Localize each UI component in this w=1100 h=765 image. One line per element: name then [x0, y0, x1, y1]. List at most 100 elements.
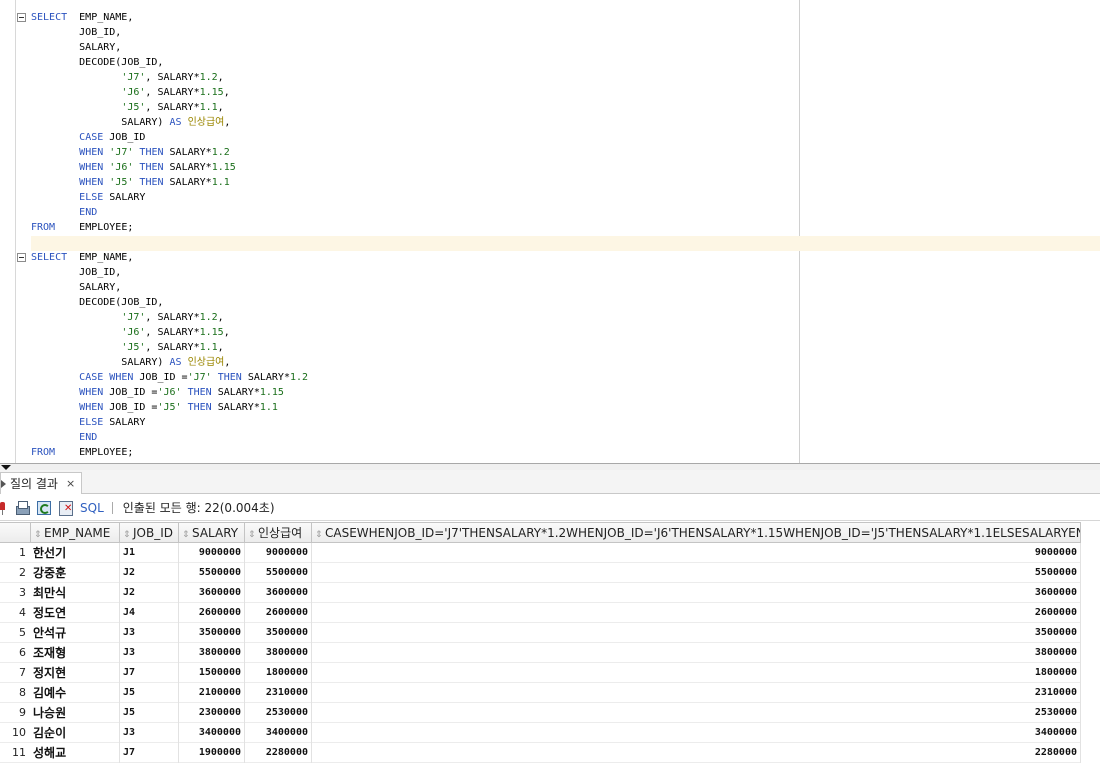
cell-emp-name[interactable]: 정지현 — [31, 663, 120, 683]
code-line[interactable]: 'J6', SALARY*1.15, — [31, 325, 229, 340]
code-line[interactable]: SALARY) AS 인상급여, — [31, 355, 230, 370]
sql-editor[interactable]: SELECT EMP_NAME, JOB_ID, SALARY, DECODE(… — [0, 0, 1100, 463]
cell-emp-name[interactable]: 강중훈 — [31, 563, 120, 583]
code-line[interactable]: JOB_ID, — [31, 265, 121, 280]
cell-salary[interactable]: 3400000 — [179, 723, 245, 743]
fold-toggle-icon[interactable] — [17, 13, 26, 22]
cell-case-result[interactable]: 5500000 — [312, 563, 1081, 583]
tab-query-result[interactable]: 질의 결과 × — [0, 472, 83, 494]
code-line[interactable]: CASE WHEN JOB_ID ='J7' THEN SALARY*1.2 — [31, 370, 308, 385]
row-number[interactable]: 2 — [0, 563, 30, 583]
table-row[interactable]: 3 최만식 J2 3600000 3600000 3600000 — [0, 583, 1081, 603]
column-header-emp-name[interactable]: ⇕ EMP_NAME — [31, 522, 120, 543]
cancel-query-icon[interactable] — [58, 500, 74, 516]
cell-emp-name[interactable]: 안석규 — [31, 623, 120, 643]
cell-salary[interactable]: 3500000 — [179, 623, 245, 643]
code-line[interactable]: ELSE SALARY — [31, 190, 145, 205]
cell-raise[interactable]: 3400000 — [245, 723, 312, 743]
cell-job-id[interactable]: J5 — [120, 703, 179, 723]
cell-emp-name[interactable]: 한선기 — [31, 543, 120, 563]
code-line[interactable]: SELECT EMP_NAME, — [31, 250, 133, 265]
code-line[interactable]: WHEN JOB_ID ='J5' THEN SALARY*1.1 — [31, 400, 278, 415]
cell-case-result[interactable]: 2530000 — [312, 703, 1081, 723]
cell-raise[interactable]: 9000000 — [245, 543, 312, 563]
row-number[interactable]: 9 — [0, 703, 30, 723]
table-row[interactable]: 8 김예수 J5 2100000 2310000 2310000 — [0, 683, 1081, 703]
cell-raise[interactable]: 3800000 — [245, 643, 312, 663]
code-line[interactable]: END — [31, 205, 97, 220]
code-line[interactable]: 'J7', SALARY*1.2, — [31, 310, 223, 325]
cell-raise[interactable]: 1800000 — [245, 663, 312, 683]
cell-job-id[interactable]: J5 — [120, 683, 179, 703]
cell-case-result[interactable]: 2280000 — [312, 743, 1081, 763]
table-row[interactable]: 5 안석규 J3 3500000 3500000 3500000 — [0, 623, 1081, 643]
cell-emp-name[interactable]: 정도연 — [31, 603, 120, 623]
sort-icon[interactable]: ⇕ — [182, 525, 190, 542]
code-line[interactable]: CASE JOB_ID — [31, 130, 145, 145]
code-line[interactable]: 'J5', SALARY*1.1, — [31, 100, 223, 115]
code-line[interactable]: SELECT EMP_NAME, — [31, 10, 133, 25]
pin-icon[interactable] — [0, 500, 6, 516]
cell-case-result[interactable]: 2310000 — [312, 683, 1081, 703]
row-number[interactable]: 8 — [0, 683, 30, 703]
sort-icon[interactable]: ⇕ — [34, 525, 42, 542]
refresh-icon[interactable] — [36, 500, 52, 516]
cell-raise[interactable]: 2600000 — [245, 603, 312, 623]
cell-salary[interactable]: 2100000 — [179, 683, 245, 703]
cell-salary[interactable]: 3600000 — [179, 583, 245, 603]
cell-raise[interactable]: 2530000 — [245, 703, 312, 723]
row-number[interactable]: 6 — [0, 643, 30, 663]
cell-raise[interactable]: 2310000 — [245, 683, 312, 703]
cell-raise[interactable]: 2280000 — [245, 743, 312, 763]
table-row[interactable]: 11 성해교 J7 1900000 2280000 2280000 — [0, 743, 1081, 763]
code-line[interactable]: WHEN 'J7' THEN SALARY*1.2 — [31, 145, 230, 160]
cell-salary[interactable]: 3800000 — [179, 643, 245, 663]
cell-job-id[interactable]: J2 — [120, 583, 179, 603]
fold-toggle-icon[interactable] — [17, 253, 26, 262]
table-row[interactable]: 6 조재형 J3 3800000 3800000 3800000 — [0, 643, 1081, 663]
code-line[interactable]: ELSE SALARY — [31, 415, 145, 430]
cell-job-id[interactable]: J2 — [120, 563, 179, 583]
code-line[interactable]: WHEN 'J5' THEN SALARY*1.1 — [31, 175, 230, 190]
row-number[interactable]: 10 — [0, 723, 30, 743]
code-line[interactable]: FROM EMPLOYEE; — [31, 220, 133, 235]
sort-icon[interactable]: ⇕ — [248, 525, 256, 542]
cell-job-id[interactable]: J3 — [120, 643, 179, 663]
table-row[interactable]: 4 정도연 J4 2600000 2600000 2600000 — [0, 603, 1081, 623]
cell-case-result[interactable]: 3800000 — [312, 643, 1081, 663]
code-line[interactable]: 'J5', SALARY*1.1, — [31, 340, 223, 355]
cell-salary[interactable]: 2600000 — [179, 603, 245, 623]
code-line[interactable]: 'J7', SALARY*1.2, — [31, 70, 223, 85]
cell-raise[interactable]: 3500000 — [245, 623, 312, 643]
cell-job-id[interactable]: J4 — [120, 603, 179, 623]
row-number[interactable]: 11 — [0, 743, 30, 763]
cell-job-id[interactable]: J1 — [120, 543, 179, 563]
tab-close-button[interactable]: × — [66, 477, 75, 490]
cell-emp-name[interactable]: 최만식 — [31, 583, 120, 603]
code-line[interactable]: SALARY) AS 인상급여, — [31, 115, 230, 130]
cell-job-id[interactable]: J3 — [120, 623, 179, 643]
cell-emp-name[interactable]: 조재형 — [31, 643, 120, 663]
cell-case-result[interactable]: 3400000 — [312, 723, 1081, 743]
cell-job-id[interactable]: J3 — [120, 723, 179, 743]
column-header-raise[interactable]: ⇕ 인상급여 — [245, 522, 312, 543]
sql-button[interactable]: SQL — [80, 501, 104, 515]
code-line[interactable]: SALARY, — [31, 40, 121, 55]
cell-job-id[interactable]: J7 — [120, 663, 179, 683]
cell-salary[interactable]: 1500000 — [179, 663, 245, 683]
row-number[interactable]: 4 — [0, 603, 30, 623]
sort-icon[interactable]: ⇕ — [123, 525, 131, 542]
column-header-salary[interactable]: ⇕ SALARY — [179, 522, 245, 543]
cell-salary[interactable]: 2300000 — [179, 703, 245, 723]
cell-salary[interactable]: 9000000 — [179, 543, 245, 563]
code-line[interactable]: DECODE(JOB_ID, — [31, 55, 163, 70]
column-header-job-id[interactable]: ⇕ JOB_ID — [120, 522, 179, 543]
cell-case-result[interactable]: 3600000 — [312, 583, 1081, 603]
panel-splitter[interactable] — [0, 463, 1100, 470]
code-line[interactable]: WHEN 'J6' THEN SALARY*1.15 — [31, 160, 236, 175]
row-number[interactable]: 1 — [0, 543, 30, 563]
table-row[interactable]: 1 한선기 J1 9000000 9000000 9000000 — [0, 543, 1081, 563]
code-line[interactable]: DECODE(JOB_ID, — [31, 295, 163, 310]
cell-raise[interactable]: 5500000 — [245, 563, 312, 583]
table-row[interactable]: 9 나승원 J5 2300000 2530000 2530000 — [0, 703, 1081, 723]
